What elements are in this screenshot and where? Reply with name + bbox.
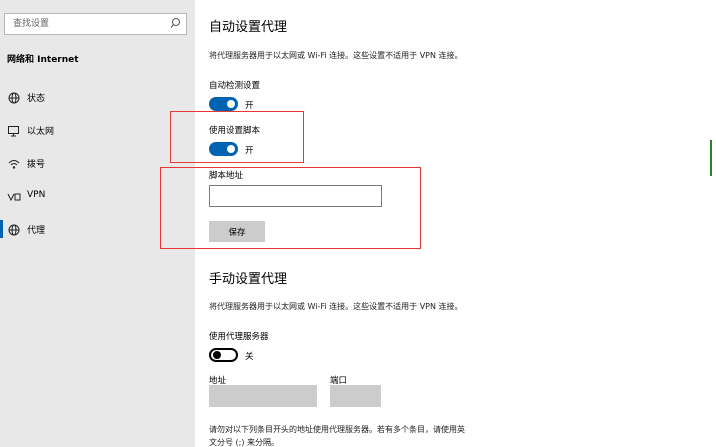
bypass-note-line1: 请勿对以下列条目开头的地址使用代理服务器。若有多个条目，请使用英	[209, 425, 465, 434]
scrollbar-track[interactable]	[706, 0, 716, 447]
status-globe-icon	[7, 90, 21, 104]
use-proxy-toggle[interactable]	[209, 348, 238, 362]
use-proxy-label: 使用代理服务器	[209, 332, 269, 342]
sidebar-item-label: 以太网	[27, 127, 55, 137]
auto-detect-label: 自动检测设置	[209, 81, 261, 91]
manual-proxy-description: 将代理服务器用于以太网或 Wi-Fi 连接。这些设置不适用于 VPN 连接。	[209, 302, 463, 311]
highlight-box-script-toggle	[170, 111, 304, 163]
sidebar-item-label: VPN	[27, 190, 46, 200]
proxy-port-input[interactable]	[330, 385, 381, 407]
manual-proxy-heading: 手动设置代理	[209, 272, 288, 287]
sidebar-item-label: 状态	[27, 94, 46, 104]
sidebar-item-status[interactable]: 状态	[0, 83, 195, 111]
auto-detect-state: 开	[245, 101, 254, 111]
vpn-icon	[7, 189, 21, 203]
scrollbar-thumb[interactable]	[710, 140, 712, 176]
auto-proxy-heading: 自动设置代理	[209, 20, 288, 35]
proxy-globe-icon	[7, 222, 21, 236]
bypass-note-line2: 文分号 (;) 来分隔。	[209, 438, 280, 447]
ethernet-monitor-icon	[7, 123, 21, 137]
sidebar-item-ethernet[interactable]: 以太网	[0, 116, 195, 144]
sidebar-item-label: 拨号	[27, 160, 46, 170]
sidebar-item-label: 代理	[27, 226, 46, 236]
search-box[interactable]	[4, 13, 187, 35]
auto-proxy-description: 将代理服务器用于以太网或 Wi-Fi 连接。这些设置不适用于 VPN 连接。	[209, 51, 463, 60]
proxy-address-input[interactable]	[209, 385, 317, 407]
page-title-clipped	[209, 0, 239, 2]
use-proxy-state: 关	[245, 352, 254, 362]
search-icon[interactable]	[168, 16, 182, 32]
dialup-icon	[7, 156, 21, 170]
search-input[interactable]	[5, 14, 165, 34]
sidebar-section-title: 网络和 Internet	[7, 55, 79, 65]
highlight-box-script-address	[160, 167, 421, 249]
auto-detect-toggle[interactable]	[209, 97, 238, 111]
